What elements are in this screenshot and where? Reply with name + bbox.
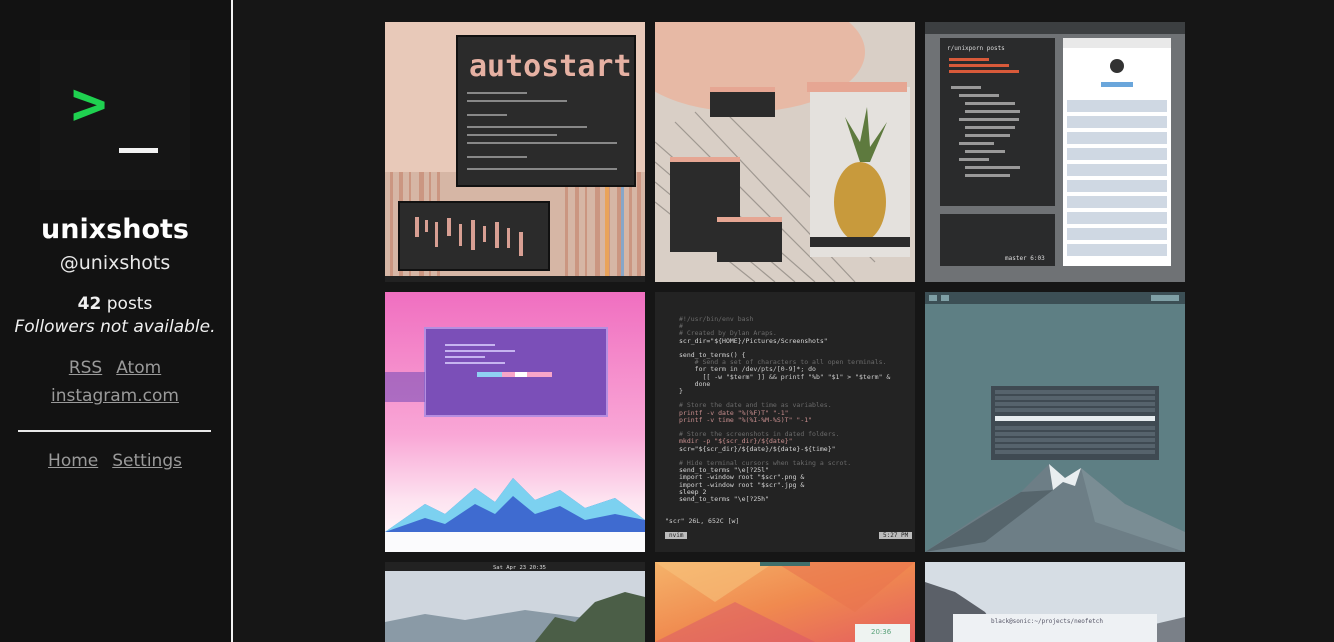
post-thumbnail[interactable]: autostart — [385, 22, 645, 282]
post-thumbnail[interactable] — [925, 292, 1185, 552]
code-line: scr_dir="${HOME}/Pictures/Screenshots" — [679, 336, 828, 345]
code-line: [[ -w "$term" ]] && printf "%b" "$1" > "… — [679, 372, 891, 381]
settings-link[interactable]: Settings — [112, 451, 182, 471]
feed-links: RSS Atom — [0, 358, 230, 378]
reddit-term-title: r/unixporn posts — [947, 45, 1005, 52]
post-image-orange: 20:36 — [655, 562, 915, 642]
terminal-title: black@sonic:~/projects/neofetch — [991, 618, 1103, 625]
prompt-icon: > — [71, 69, 108, 139]
post-thumbnail[interactable] — [385, 292, 645, 552]
site-logo[interactable]: > — [40, 40, 190, 190]
editor-clock: 5:27 PM — [879, 532, 913, 539]
code-line: send_to_terms "\e[?25h" — [679, 495, 770, 504]
post-image-pineapple — [655, 22, 915, 282]
external-links: instagram.com — [0, 386, 230, 406]
posts-label: posts — [106, 294, 153, 314]
code-editor: #!/usr/bin/env bash # # Created by Dylan A… — [679, 315, 915, 504]
profile-name: unixshots — [41, 214, 189, 245]
post-image-mountain-terminal: black@sonic:~/projects/neofetch — [925, 562, 1185, 642]
code-line: import -window root "$scr".jpg & — [679, 480, 805, 489]
autostart-title: autostart — [469, 49, 632, 84]
reddit-term-status: master 6:03 — [1005, 255, 1045, 262]
post-image-clouds: Sat Apr 23 20:35 — [385, 562, 645, 642]
post-image-autostart: autostart — [385, 22, 645, 282]
profile-sidebar: > unixshots @unixshots 42 posts Follower… — [0, 0, 230, 642]
post-image-teal-mountain — [925, 292, 1185, 552]
widget-clock: 20:36 — [871, 628, 892, 636]
code-line: printf -v time "%(%I-%M-%S)T" "-1" — [679, 415, 813, 424]
code-line: #!/usr/bin/env bash — [679, 315, 754, 323]
post-thumbnail[interactable] — [655, 22, 915, 282]
post-thumbnail[interactable]: #!/usr/bin/env bash # # Created by Dylan A… — [655, 292, 915, 552]
code-line: } — [679, 387, 683, 396]
post-thumbnail[interactable]: black@sonic:~/projects/neofetch — [925, 562, 1185, 642]
post-thumbnail[interactable]: 20:36 — [655, 562, 915, 642]
followers-status: Followers not available. — [14, 317, 216, 337]
post-image-reddit: r/unixporn posts master 6:03 — [925, 22, 1185, 282]
post-thumbnail[interactable]: Sat Apr 23 20:35 — [385, 562, 645, 642]
editor-statusbar: nvim 5:27 PM — [665, 532, 915, 540]
editor-file-info: "scr" 26L, 652C [w] — [665, 517, 740, 525]
editor-mode: nvim — [665, 532, 688, 539]
profile-handle: @unixshots — [59, 252, 171, 274]
code-line: scr="${scr_dir}/${date}/${date}-${time}" — [679, 444, 836, 453]
instagram-link[interactable]: instagram.com — [51, 386, 179, 406]
home-link[interactable]: Home — [48, 451, 98, 471]
posts-number: 42 — [77, 294, 102, 314]
rss-link[interactable]: RSS — [69, 358, 102, 378]
atom-link[interactable]: Atom — [116, 358, 161, 378]
post-image-pink-mountains — [385, 292, 645, 552]
sidebar-divider — [18, 430, 211, 432]
cursor-icon — [119, 148, 158, 153]
posts-count: 42 posts — [0, 294, 230, 314]
sidebar-nav: Home Settings — [0, 451, 230, 471]
post-thumbnail[interactable]: r/unixporn posts master 6:03 — [925, 22, 1185, 282]
bar-date: Sat Apr 23 20:35 — [493, 565, 546, 571]
code-line: done — [679, 379, 711, 388]
